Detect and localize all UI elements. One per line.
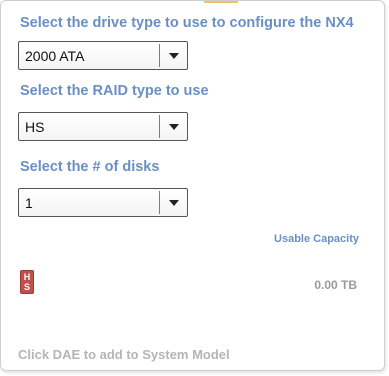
disk-count-value: 1 <box>25 195 33 211</box>
chevron-down-icon[interactable] <box>169 124 179 130</box>
select-divider <box>159 191 160 214</box>
select-divider <box>159 115 160 138</box>
drive-type-value: 2000 ATA <box>25 48 85 64</box>
capacity-value: 0.00 TB <box>314 278 357 292</box>
tab-accent <box>204 1 238 3</box>
raid-type-value: HS <box>25 119 45 135</box>
drive-type-label: Select the drive type to use to configur… <box>20 15 354 31</box>
raid-type-label: Select the RAID type to use <box>20 83 209 99</box>
raid-badge: H S <box>20 270 34 294</box>
chevron-down-icon[interactable] <box>169 200 179 206</box>
usable-capacity-header: Usable Capacity <box>274 233 359 245</box>
disk-count-select[interactable]: 1 <box>18 188 188 217</box>
chevron-down-icon[interactable] <box>169 53 179 59</box>
add-dae-hint: Click DAE to add to System Model <box>18 347 230 362</box>
configuration-panel: Select the drive type to use to configur… <box>0 0 385 371</box>
disk-count-label: Select the # of disks <box>20 159 160 175</box>
drive-type-select[interactable]: 2000 ATA <box>18 41 188 70</box>
raid-badge-letter-2: S <box>23 282 30 292</box>
raid-type-select[interactable]: HS <box>18 112 188 141</box>
raid-badge-letter-1: H <box>23 272 31 282</box>
select-divider <box>159 44 160 67</box>
